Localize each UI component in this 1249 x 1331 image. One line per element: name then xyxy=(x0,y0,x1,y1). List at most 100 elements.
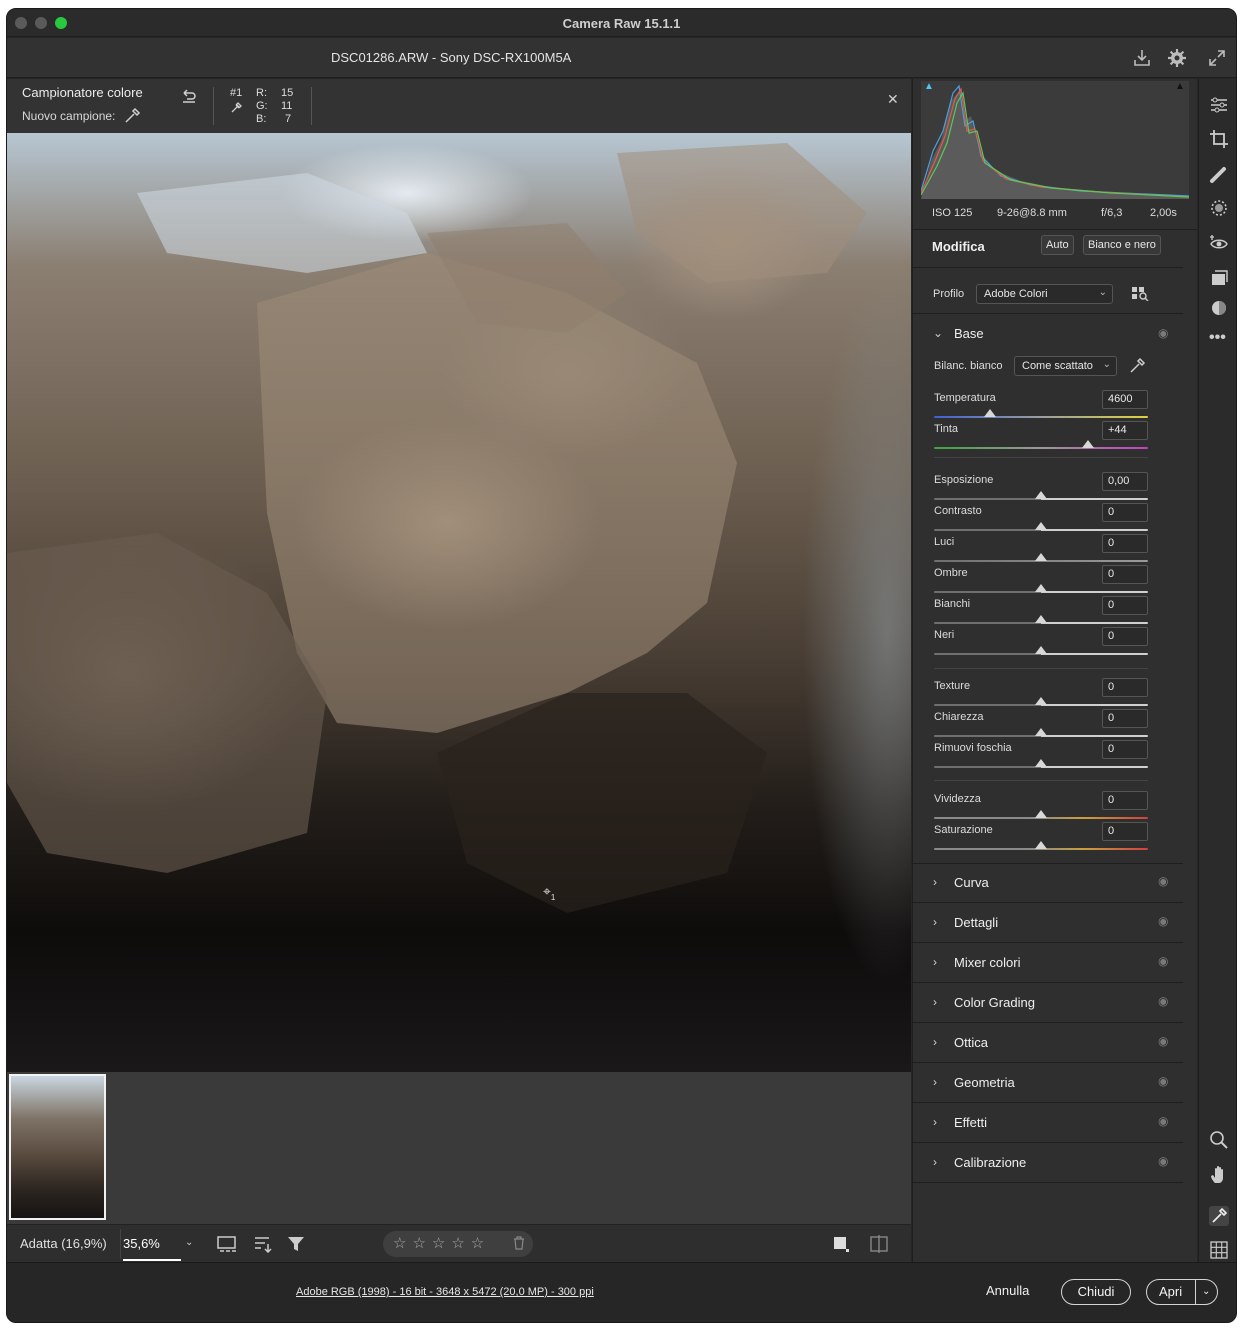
section-calibration[interactable]: › Calibrazione ◉ xyxy=(913,1143,1183,1183)
section-geometry[interactable]: › Geometria ◉ xyxy=(913,1063,1183,1103)
black-white-button[interactable]: Bianco e nero xyxy=(1083,235,1161,255)
slider-value-input[interactable]: 0 xyxy=(1102,627,1148,646)
eyedropper-icon[interactable] xyxy=(123,107,141,128)
filmstrip-options-icon[interactable] xyxy=(217,1235,239,1256)
star-rating[interactable]: ☆☆☆☆☆ xyxy=(383,1231,533,1257)
chevron-down-icon[interactable]: ⌄ xyxy=(1195,1280,1210,1304)
slider-thumb[interactable] xyxy=(1035,491,1047,499)
profile-browser-icon[interactable] xyxy=(1131,285,1149,304)
edit-sliders-icon[interactable] xyxy=(1209,95,1229,115)
slider-contrast[interactable]: Contrasto 0 xyxy=(934,503,1148,535)
section-details[interactable]: › Dettagli ◉ xyxy=(913,903,1183,943)
before-after-icon[interactable] xyxy=(870,1235,888,1256)
crop-icon[interactable] xyxy=(1209,129,1229,149)
slider-exposure[interactable]: Esposizione 0,00 xyxy=(934,472,1148,504)
slider-value-input[interactable]: 0 xyxy=(1102,678,1148,697)
workflow-options-link[interactable]: Adobe RGB (1998) - 16 bit - 3648 x 5472 … xyxy=(296,1286,594,1298)
slider-texture[interactable]: Texture 0 xyxy=(934,678,1148,710)
grid-overlay-icon[interactable] xyxy=(1209,1240,1229,1260)
slider-shadows[interactable]: Ombre 0 xyxy=(934,565,1148,597)
fit-zoom-button[interactable]: Adatta (16,9%) xyxy=(20,1236,107,1251)
section-color-grading[interactable]: › Color Grading ◉ xyxy=(913,983,1183,1023)
eye-icon[interactable]: ◉ xyxy=(1158,874,1168,888)
slider-thumb[interactable] xyxy=(1035,759,1047,767)
chevron-down-icon[interactable]: ⌄ xyxy=(185,1237,193,1248)
save-image-icon[interactable] xyxy=(1132,48,1152,68)
eye-icon[interactable]: ◉ xyxy=(1158,1154,1168,1168)
slider-thumb[interactable] xyxy=(1035,615,1047,623)
slider-value-input[interactable]: 0 xyxy=(1102,822,1148,841)
gear-icon[interactable] xyxy=(1167,48,1187,68)
color-sampler-tool-icon[interactable] xyxy=(1209,1206,1229,1226)
eye-icon[interactable]: ◉ xyxy=(1158,1074,1168,1088)
slider-blacks[interactable]: Neri 0 xyxy=(934,627,1148,659)
slider-value-input[interactable]: 0 xyxy=(1102,709,1148,728)
base-section-title[interactable]: Base xyxy=(954,326,984,341)
slider-tint[interactable]: Tinta +44 xyxy=(934,421,1148,453)
eye-icon[interactable]: ◉ xyxy=(1158,1034,1168,1048)
zoom-tool-icon[interactable] xyxy=(1209,1130,1229,1150)
masking-icon[interactable] xyxy=(1209,198,1229,218)
slider-thumb[interactable] xyxy=(1035,697,1047,705)
snapshots-icon[interactable] xyxy=(1209,298,1229,318)
slider-thumb[interactable] xyxy=(1035,646,1047,654)
color-sample-marker[interactable]: ⌖1 xyxy=(543,883,555,902)
fullscreen-icon[interactable] xyxy=(1207,48,1227,68)
sample-eyedropper-icon[interactable] xyxy=(230,102,242,117)
slider-thumb[interactable] xyxy=(1035,810,1047,818)
slider-whites[interactable]: Bianchi 0 xyxy=(934,596,1148,628)
open-button[interactable]: Apri ⌄ xyxy=(1146,1279,1218,1305)
section-effects[interactable]: › Effetti ◉ xyxy=(913,1103,1183,1143)
eye-icon[interactable]: ◉ xyxy=(1158,914,1168,928)
zoom-level[interactable]: 35,6% xyxy=(123,1236,160,1251)
done-button[interactable]: Chiudi xyxy=(1061,1279,1131,1305)
auto-button[interactable]: Auto xyxy=(1041,235,1074,255)
slider-thumb[interactable] xyxy=(1035,584,1047,592)
slider-saturation[interactable]: Saturazione 0 xyxy=(934,822,1148,854)
eye-icon[interactable]: ◉ xyxy=(1158,326,1168,340)
slider-thumb[interactable] xyxy=(1035,522,1047,530)
slider-thumb[interactable] xyxy=(1035,553,1047,561)
hand-tool-icon[interactable] xyxy=(1209,1165,1229,1185)
slider-value-input[interactable]: 0 xyxy=(1102,534,1148,553)
close-icon[interactable]: ✕ xyxy=(887,91,899,108)
section-curve[interactable]: › Curva ◉ xyxy=(913,863,1183,903)
presets-icon[interactable] xyxy=(1209,268,1229,288)
cancel-button[interactable]: Annulla xyxy=(986,1283,1029,1298)
slider-track[interactable] xyxy=(934,416,1148,418)
slider-thumb[interactable] xyxy=(1082,440,1094,448)
more-options-icon[interactable]: ••• xyxy=(1209,329,1229,349)
eye-icon[interactable]: ◉ xyxy=(1158,994,1168,1008)
slider-thumb[interactable] xyxy=(1035,728,1047,736)
sort-icon[interactable] xyxy=(253,1235,273,1256)
slider-value-input[interactable]: 0 xyxy=(1102,596,1148,615)
shadow-clipping-icon[interactable]: ▲ xyxy=(924,81,934,92)
chevron-down-icon[interactable]: ⌄ xyxy=(933,326,943,340)
healing-brush-icon[interactable] xyxy=(1209,164,1229,184)
slider-value-input[interactable]: 0 xyxy=(1102,503,1148,522)
reset-samplers-icon[interactable] xyxy=(181,89,197,106)
white-balance-dropdown[interactable]: Come scattato ⌄ xyxy=(1014,356,1117,376)
slider-dehaze[interactable]: Rimuovi foschia 0 xyxy=(934,740,1148,772)
slider-value-input[interactable]: 0 xyxy=(1102,791,1148,810)
eye-icon[interactable]: ◉ xyxy=(1158,1114,1168,1128)
view-mode-icon[interactable] xyxy=(833,1236,849,1255)
profile-dropdown[interactable]: Adobe Colori ⌄ xyxy=(976,284,1113,304)
slider-value-input[interactable]: 0 xyxy=(1102,740,1148,759)
eye-icon[interactable]: ◉ xyxy=(1158,954,1168,968)
slider-vibrance[interactable]: Vividezza 0 xyxy=(934,791,1148,823)
slider-highlights[interactable]: Luci 0 xyxy=(934,534,1148,566)
trash-icon[interactable] xyxy=(513,1236,525,1253)
white-balance-eyedropper-icon[interactable] xyxy=(1128,357,1146,378)
slider-thumb[interactable] xyxy=(984,409,996,417)
thumbnail[interactable] xyxy=(9,1074,106,1220)
section-color-mixer[interactable]: › Mixer colori ◉ xyxy=(913,943,1183,983)
section-optics[interactable]: › Ottica ◉ xyxy=(913,1023,1183,1063)
slider-temperature[interactable]: Temperatura 4600 xyxy=(934,390,1148,422)
highlight-clipping-icon[interactable]: ▲ xyxy=(1175,81,1185,92)
slider-clarity[interactable]: Chiarezza 0 xyxy=(934,709,1148,741)
slider-value-input[interactable]: 0 xyxy=(1102,565,1148,584)
slider-thumb[interactable] xyxy=(1035,841,1047,849)
slider-value-input[interactable]: 0,00 xyxy=(1102,472,1148,491)
slider-track[interactable] xyxy=(934,447,1148,449)
